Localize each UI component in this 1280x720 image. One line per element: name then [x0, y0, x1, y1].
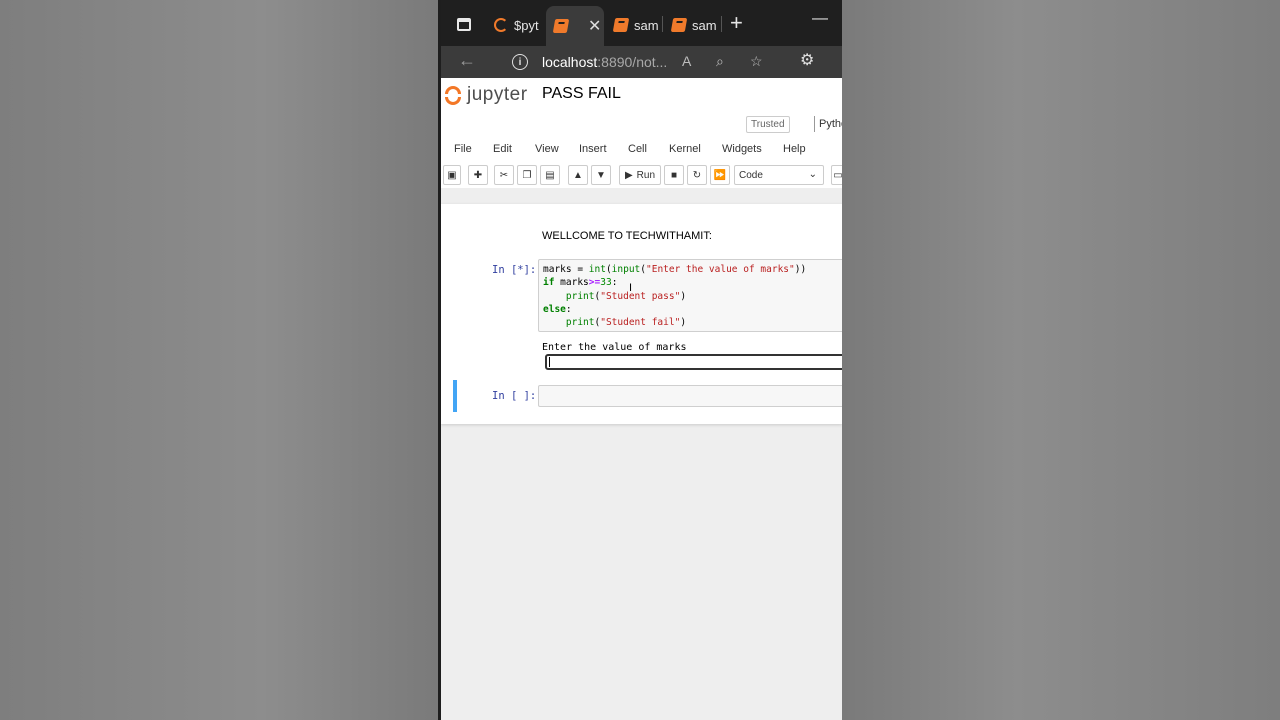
text-cursor-icon: I — [629, 282, 633, 294]
tab-label: sam — [692, 17, 717, 33]
cut-icon[interactable]: ✂ — [494, 165, 514, 185]
cell-type-select[interactable]: Code ⌄ — [734, 165, 824, 185]
markdown-cell[interactable]: WELLCOME TO TECHWITHAMIT: — [542, 230, 712, 242]
zoom-icon[interactable]: ⌕ — [716, 53, 724, 70]
tab-separator — [662, 16, 663, 32]
minimize-icon[interactable]: — — [812, 10, 828, 28]
favorite-star-icon[interactable]: ☆ — [750, 53, 763, 70]
notebook-area: WELLCOME TO TECHWITHAMIT: In [*]: marks … — [441, 188, 842, 720]
menu-bar: File Edit View Insert Cell Kernel Widget… — [441, 140, 842, 160]
notebook-favicon — [670, 18, 688, 32]
restart-icon[interactable]: ↻ — [687, 165, 707, 185]
new-tab-icon[interactable]: + — [730, 12, 743, 34]
restart-run-all-icon[interactable]: ⏩ — [710, 165, 730, 185]
tab-pyt[interactable]: $pyt — [494, 8, 539, 42]
read-aloud-icon[interactable]: A — [682, 53, 691, 69]
url-text: localhost:8890/not... — [542, 54, 668, 70]
url-field[interactable]: i localhost:8890/not... A ⌕ ☆ — [502, 48, 802, 76]
move-up-icon[interactable]: ▲ — [568, 165, 588, 185]
move-down-icon[interactable]: ▼ — [591, 165, 611, 185]
caret — [549, 357, 550, 367]
window-edge — [438, 0, 441, 720]
code-cell-editor[interactable]: marks = int(input("Enter the value of ma… — [538, 259, 842, 332]
menu-insert[interactable]: Insert — [579, 143, 607, 155]
menu-view[interactable]: View — [535, 143, 559, 155]
save-icon[interactable]: ▣ — [443, 165, 461, 185]
stdin-prompt: Enter the value of marks — [542, 342, 687, 353]
tab-sam-2[interactable]: sam — [670, 8, 717, 42]
jupyter-logo[interactable]: jupyter — [445, 84, 528, 106]
insert-cell-icon[interactable]: ✚ — [468, 165, 488, 185]
background-left — [0, 0, 438, 720]
tab-label: $pyt — [514, 17, 539, 33]
cell-prompt-empty: In [ ]: — [492, 390, 537, 402]
jupyter-header: jupyter PASS FAIL Trusted Pytho File Edi… — [441, 78, 842, 188]
close-tab-icon[interactable]: ✕ — [588, 16, 601, 36]
tab-sam-1[interactable]: sam — [612, 8, 659, 42]
browser-window: $pyt ✕ sam sam + — ← i localhost:8890/no… — [438, 0, 842, 720]
menu-widgets[interactable]: Widgets — [722, 143, 762, 155]
menu-file[interactable]: File — [454, 143, 472, 155]
notebook-favicon — [552, 19, 570, 33]
back-arrow-icon[interactable]: ← — [458, 50, 476, 71]
empty-code-cell[interactable] — [538, 385, 842, 407]
run-label: Run — [636, 169, 656, 181]
trusted-indicator[interactable]: Trusted — [746, 116, 790, 133]
run-button[interactable]: ▶ Run — [619, 165, 661, 185]
notebook-container: WELLCOME TO TECHWITHAMIT: In [*]: marks … — [441, 204, 842, 424]
info-icon[interactable]: i — [512, 54, 528, 70]
cell-prompt: In [*]: — [492, 264, 537, 276]
notebook-favicon — [612, 18, 630, 32]
tab-active-notebook[interactable]: ✕ — [546, 6, 604, 46]
tab-separator — [721, 16, 722, 32]
keyboard-icon[interactable]: ▭ — [831, 165, 842, 185]
paste-icon[interactable]: ▤ — [540, 165, 560, 185]
tab-strip: $pyt ✕ sam sam + — — [438, 0, 842, 46]
notebook-toolbar: ▣ ✚ ✂ ❐ ▤ ▲ ▼ ▶ Run ■ ↻ ⏩ Code ⌄ ▭ — [441, 164, 842, 186]
selected-cell-indicator — [453, 380, 457, 412]
logo-text: jupyter — [467, 84, 528, 105]
background-right — [842, 0, 1280, 720]
stdin-input[interactable] — [545, 354, 842, 370]
interrupt-icon[interactable]: ■ — [664, 165, 684, 185]
extensions-icon[interactable]: ⚙ — [800, 50, 814, 70]
address-bar: ← i localhost:8890/not... A ⌕ ☆ ⚙ — [438, 46, 842, 78]
cell-type-value: Code — [739, 169, 763, 181]
jupyter-logo-icon — [445, 84, 463, 106]
loading-icon — [494, 18, 508, 32]
tab-actions-icon[interactable] — [454, 14, 474, 34]
run-icon: ▶ — [624, 169, 633, 181]
menu-edit[interactable]: Edit — [493, 143, 512, 155]
menu-help[interactable]: Help — [783, 143, 806, 155]
chevron-down-icon: ⌄ — [808, 169, 817, 180]
kernel-indicator[interactable]: Pytho — [814, 116, 842, 132]
menu-cell[interactable]: Cell — [628, 143, 647, 155]
code-text: marks = int(input("Enter the value of ma… — [543, 264, 807, 329]
notebook-title[interactable]: PASS FAIL — [542, 85, 621, 103]
tab-label: sam — [634, 17, 659, 33]
menu-kernel[interactable]: Kernel — [669, 143, 701, 155]
copy-icon[interactable]: ❐ — [517, 165, 537, 185]
